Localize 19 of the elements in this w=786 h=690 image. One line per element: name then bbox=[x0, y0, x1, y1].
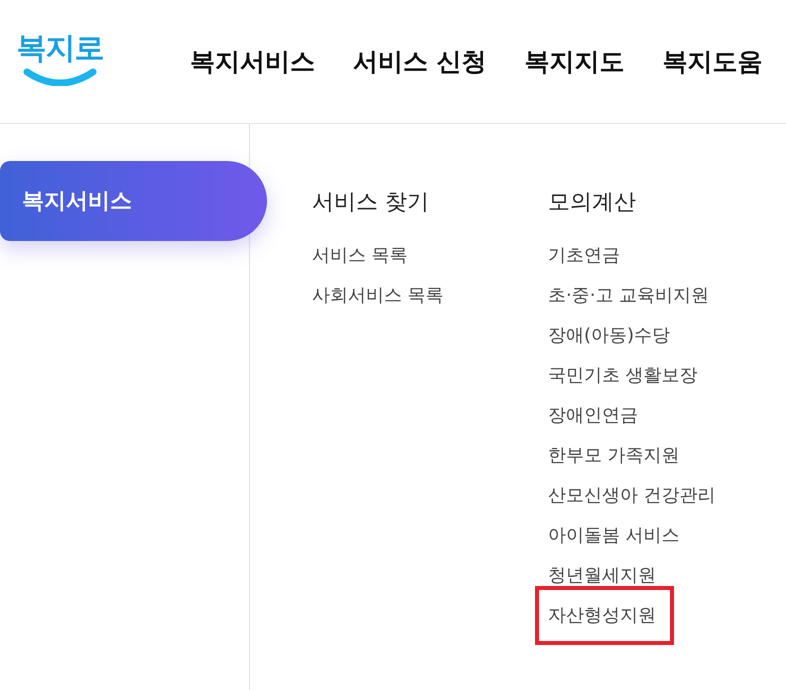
nav-link[interactable]: 복지도움 bbox=[662, 45, 763, 78]
menu-link[interactable]: 장애인연금 bbox=[548, 396, 638, 436]
menu-link[interactable]: 서비스 목록 bbox=[312, 236, 408, 276]
menu-link[interactable]: 기초연금 bbox=[548, 236, 620, 276]
menu-link[interactable]: 한부모 가족지원 bbox=[548, 436, 680, 476]
menu-link[interactable]: 사회서비스 목록 bbox=[312, 276, 444, 316]
menu-link[interactable]: 산모신생아 건강관리 bbox=[548, 476, 716, 516]
smile-curve-icon bbox=[23, 68, 97, 86]
menu-link[interactable]: 장애(아동)수당 bbox=[548, 316, 670, 356]
nav-link[interactable]: 복지서비스 bbox=[190, 45, 315, 78]
menu-link[interactable]: 자산형성지원 bbox=[535, 586, 674, 645]
nav-link[interactable]: 복지지도 bbox=[524, 45, 625, 78]
column-heading: 서비스 찾기 bbox=[312, 189, 429, 217]
sidebar-item[interactable]: 복지서비스 bbox=[0, 161, 267, 241]
column-heading: 모의계산 bbox=[548, 189, 636, 217]
menu-link[interactable]: 아이돌봄 서비스 bbox=[548, 516, 680, 556]
menu-link[interactable]: 초·중·고 교육비지원 bbox=[548, 276, 710, 316]
menu-link[interactable]: 국민기초 생활보장 bbox=[548, 356, 698, 396]
nav-link[interactable]: 서비스 신청 bbox=[353, 45, 487, 78]
